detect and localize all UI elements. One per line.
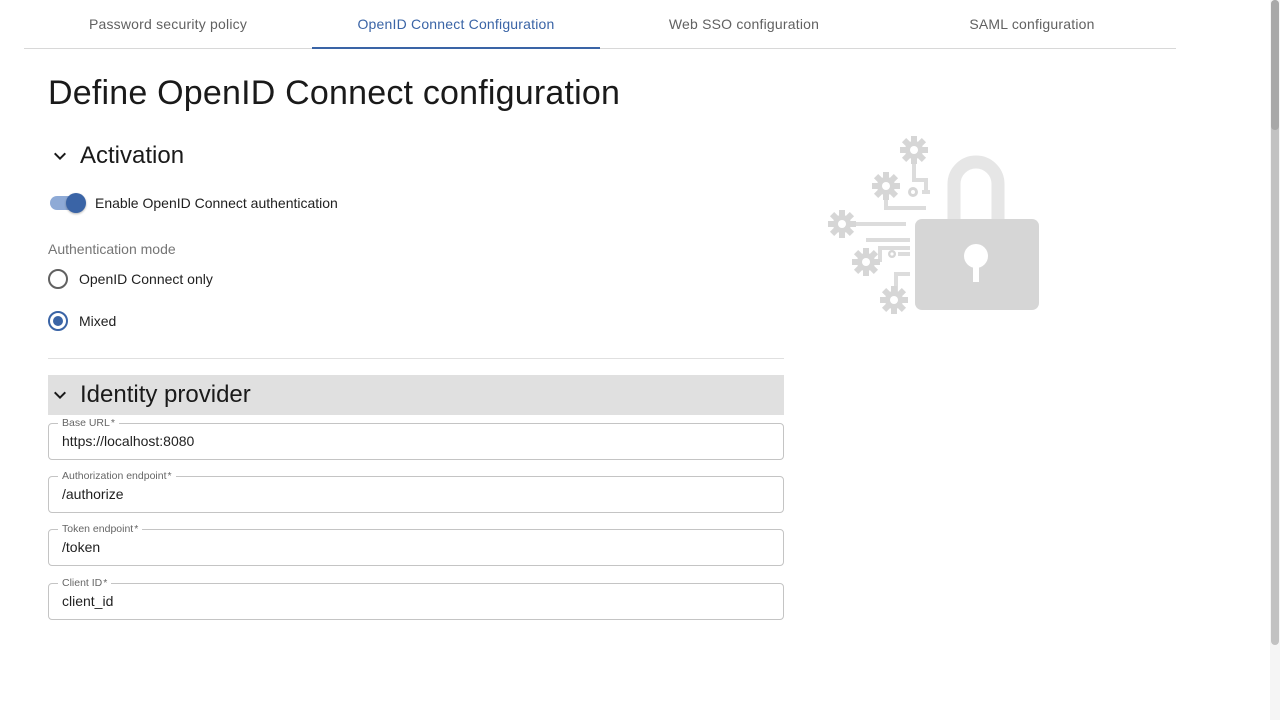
base-url-input[interactable] — [62, 433, 762, 449]
token-endpoint-input[interactable] — [62, 539, 762, 555]
client-id-input[interactable] — [62, 593, 762, 609]
token-endpoint-field: Token endpoint* — [48, 523, 784, 566]
radio-button[interactable] — [48, 269, 68, 289]
tab-saml-configuration[interactable]: SAML configuration — [888, 0, 1176, 48]
section-divider — [48, 358, 784, 359]
switch-thumb — [66, 193, 86, 213]
scrollbar-thumb-active[interactable] — [1271, 0, 1279, 130]
radio-openid-connect-only[interactable]: OpenID Connect only — [48, 267, 213, 291]
radio-label: OpenID Connect only — [79, 271, 213, 287]
base-url-field: Base URL* — [48, 417, 784, 460]
authorization-endpoint-field: Authorization endpoint* — [48, 470, 784, 513]
enable-openid-toggle-row: Enable OpenID Connect authentication — [48, 191, 338, 215]
enable-openid-label[interactable]: Enable OpenID Connect authentication — [95, 195, 338, 211]
client-id-label: Client ID* — [58, 577, 112, 589]
authorization-endpoint-label: Authorization endpoint* — [58, 470, 176, 482]
tab-password-security-policy[interactable]: Password security policy — [24, 0, 312, 48]
tab-openid-connect-configuration[interactable]: OpenID Connect Configuration — [312, 0, 600, 49]
padlock-gears-illustration — [826, 132, 1042, 316]
activation-section-header[interactable]: Activation — [48, 136, 784, 176]
authorization-endpoint-input[interactable] — [62, 486, 762, 502]
activation-section-title: Activation — [80, 142, 185, 169]
tab-web-sso-configuration[interactable]: Web SSO configuration — [600, 0, 888, 48]
radio-mixed[interactable]: Mixed — [48, 309, 116, 333]
identity-provider-section-header[interactable]: Identity provider — [48, 375, 784, 415]
page-title: Define OpenID Connect configuration — [48, 74, 621, 112]
chevron-down-icon — [48, 144, 72, 168]
tab-bar: Password security policy OpenID Connect … — [24, 0, 1176, 49]
client-id-field: Client ID* — [48, 577, 784, 620]
base-url-label: Base URL* — [58, 417, 119, 429]
enable-openid-switch[interactable] — [48, 191, 86, 215]
identity-provider-section-title: Identity provider — [80, 381, 251, 408]
chevron-down-icon — [48, 383, 72, 407]
authentication-mode-label: Authentication mode — [48, 241, 176, 257]
radio-label: Mixed — [79, 313, 117, 329]
token-endpoint-label: Token endpoint* — [58, 523, 143, 535]
radio-button[interactable] — [48, 311, 68, 331]
